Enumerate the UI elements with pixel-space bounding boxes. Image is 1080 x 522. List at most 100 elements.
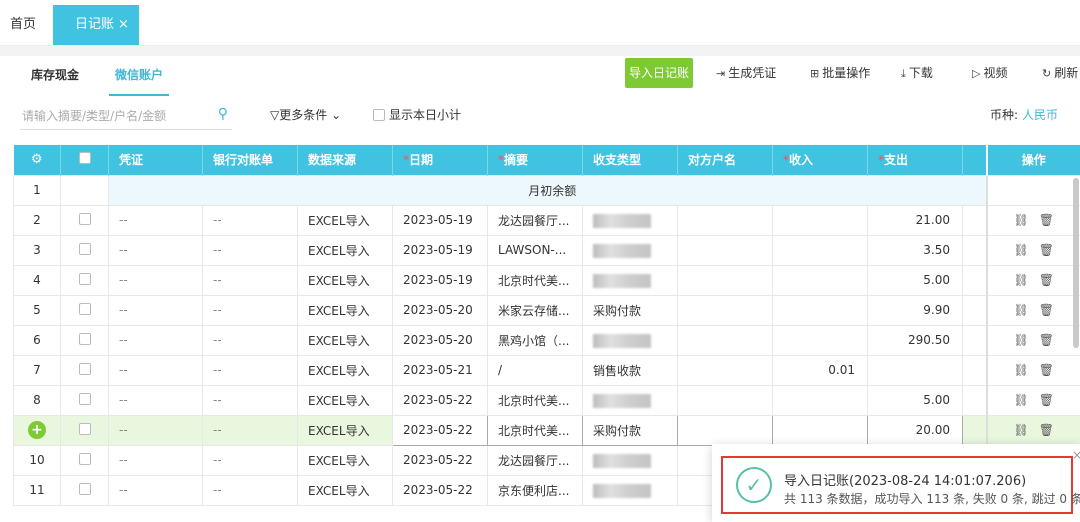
trash-icon[interactable]: 🗑 — [1039, 243, 1054, 257]
cell-type[interactable] — [582, 444, 678, 476]
cell-date[interactable]: 2023-05-22 — [392, 474, 488, 506]
row-select-cell[interactable] — [60, 294, 109, 326]
tab-wechat[interactable]: 微信账户 — [109, 56, 169, 96]
link-icon[interactable]: ⛓ — [1014, 333, 1029, 347]
cell-income[interactable] — [772, 234, 868, 266]
more-conditions-dropdown[interactable]: ▽更多条件 ⌄ — [270, 106, 341, 123]
row-checkbox[interactable] — [78, 422, 91, 435]
table-row[interactable]: 3 -- -- EXCEL导入 2023-05-19 LAWSON-... 3.50 ⛓ 🗑 — [13, 234, 1080, 266]
trash-icon[interactable]: 🗑 — [1039, 333, 1054, 347]
trash-icon[interactable]: 🗑 — [1039, 213, 1054, 227]
row-select-cell[interactable] — [60, 444, 109, 476]
trash-icon[interactable]: 🗑 — [1039, 393, 1054, 407]
link-icon[interactable]: ⛓ — [1014, 423, 1029, 437]
cell-expense[interactable]: 20.00 — [867, 414, 963, 446]
cell-summary[interactable]: 黑鸡小馆（... — [487, 324, 583, 356]
cell-type[interactable]: 采购付款 — [582, 294, 678, 326]
cell-summary[interactable]: / — [487, 354, 583, 386]
row-checkbox[interactable] — [78, 242, 91, 255]
currency-value[interactable]: 人民币 — [1022, 108, 1058, 122]
generate-voucher-button[interactable]: ⇥ 生成凭证 — [716, 58, 776, 88]
close-icon[interactable]: × — [1072, 448, 1080, 462]
refresh-button[interactable]: ↻ 刷新 — [1042, 58, 1078, 88]
row-select-cell[interactable] — [60, 384, 109, 416]
row-checkbox[interactable] — [78, 302, 91, 315]
search-input[interactable] — [22, 106, 202, 126]
row-checkbox[interactable] — [78, 212, 91, 225]
gear-icon[interactable]: ⚙ — [31, 152, 43, 167]
column-settings-header[interactable]: ⚙ — [13, 145, 61, 175]
select-all-checkbox[interactable] — [78, 152, 91, 165]
table-row[interactable]: 4 -- -- EXCEL导入 2023-05-19 北京时代美... 5.00 ⛓ 🗑 — [13, 264, 1080, 296]
row-checkbox[interactable] — [78, 272, 91, 285]
row-checkbox[interactable] — [78, 482, 91, 495]
add-row-icon[interactable]: + — [28, 421, 46, 439]
cell-expense[interactable] — [867, 354, 963, 386]
row-checkbox[interactable] — [78, 392, 91, 405]
row-checkbox[interactable] — [78, 452, 91, 465]
cell-counterparty[interactable] — [677, 354, 773, 386]
cell-date[interactable]: 2023-05-22 — [392, 384, 488, 416]
table-row[interactable]: 2 -- -- EXCEL导入 2023-05-19 龙达园餐厅... 21.00 ⛓ 🗑 — [13, 204, 1080, 236]
close-icon[interactable]: × — [118, 17, 129, 32]
tab-home[interactable]: 首页 — [10, 5, 36, 45]
checkbox[interactable] — [373, 109, 385, 121]
cell-counterparty[interactable] — [677, 414, 773, 446]
row-select-cell[interactable] — [60, 414, 109, 446]
link-icon[interactable]: ⛓ — [1014, 213, 1029, 227]
cell-date[interactable]: 2023-05-20 — [392, 294, 488, 326]
link-icon[interactable]: ⛓ — [1014, 363, 1029, 377]
cell-summary[interactable]: LAWSON-... — [487, 234, 583, 266]
cell-date[interactable]: 2023-05-19 — [392, 234, 488, 266]
cell-income[interactable] — [772, 204, 868, 236]
link-icon[interactable]: ⛓ — [1014, 303, 1029, 317]
import-journal-button[interactable]: 导入日记账 — [625, 58, 693, 88]
cell-summary[interactable]: 龙达园餐厅... — [487, 204, 583, 236]
daily-subtotal-toggle[interactable]: 显示本日小计 — [373, 106, 461, 123]
table-row[interactable]: + -- -- EXCEL导入 2023-05-22 北京时代美... 采购付款 20.00 ⛓… — [13, 414, 1080, 446]
row-select-cell[interactable] — [60, 324, 109, 356]
trash-icon[interactable]: 🗑 — [1039, 423, 1054, 437]
link-icon[interactable]: ⛓ — [1014, 243, 1029, 257]
cell-expense[interactable]: 5.00 — [867, 264, 963, 296]
tab-journal[interactable]: 日记账 × — [53, 5, 139, 45]
row-select-cell[interactable] — [60, 204, 109, 236]
row-checkbox[interactable] — [78, 332, 91, 345]
table-row[interactable]: 7 -- -- EXCEL导入 2023-05-21/销售收款 0.01 ⛓ 🗑 — [13, 354, 1080, 386]
cell-type[interactable] — [582, 324, 678, 356]
cell-income[interactable] — [772, 414, 868, 446]
trash-icon[interactable]: 🗑 — [1039, 303, 1054, 317]
link-icon[interactable]: ⛓ — [1014, 273, 1029, 287]
row-select-cell[interactable] — [60, 354, 109, 386]
cell-income[interactable]: 0.01 — [772, 354, 868, 386]
cell-expense[interactable]: 290.50 — [867, 324, 963, 356]
batch-operation-button[interactable]: ⊞ 批量操作 — [810, 58, 870, 88]
cell-expense[interactable]: 3.50 — [867, 234, 963, 266]
cell-type[interactable] — [582, 264, 678, 296]
vertical-scrollbar[interactable] — [1073, 178, 1079, 348]
cell-expense[interactable]: 21.00 — [867, 204, 963, 236]
cell-counterparty[interactable] — [677, 384, 773, 416]
row-select-cell[interactable] — [60, 234, 109, 266]
link-icon[interactable]: ⛓ — [1014, 393, 1029, 407]
cell-income[interactable] — [772, 294, 868, 326]
cell-type[interactable] — [582, 204, 678, 236]
cell-date[interactable]: 2023-05-22 — [392, 414, 488, 446]
table-row[interactable]: 6 -- -- EXCEL导入 2023-05-20 黑鸡小馆（... 290.50 ⛓ 🗑 — [13, 324, 1080, 356]
cell-date[interactable]: 2023-05-21 — [392, 354, 488, 386]
currency-selector[interactable]: 币种: 人民币 — [990, 106, 1058, 123]
cell-type[interactable] — [582, 234, 678, 266]
trash-icon[interactable]: 🗑 — [1039, 363, 1054, 377]
cell-type[interactable] — [582, 474, 678, 506]
row-checkbox[interactable] — [78, 362, 91, 375]
cell-counterparty[interactable] — [677, 234, 773, 266]
cell-type[interactable]: 采购付款 — [582, 414, 678, 446]
cell-expense[interactable]: 9.90 — [867, 294, 963, 326]
cell-summary[interactable]: 米家云存储... — [487, 294, 583, 326]
cell-counterparty[interactable] — [677, 324, 773, 356]
cell-summary[interactable]: 北京时代美... — [487, 414, 583, 446]
select-all-header[interactable] — [60, 145, 109, 175]
cell-date[interactable]: 2023-05-19 — [392, 264, 488, 296]
cell-counterparty[interactable] — [677, 294, 773, 326]
cell-income[interactable] — [772, 384, 868, 416]
